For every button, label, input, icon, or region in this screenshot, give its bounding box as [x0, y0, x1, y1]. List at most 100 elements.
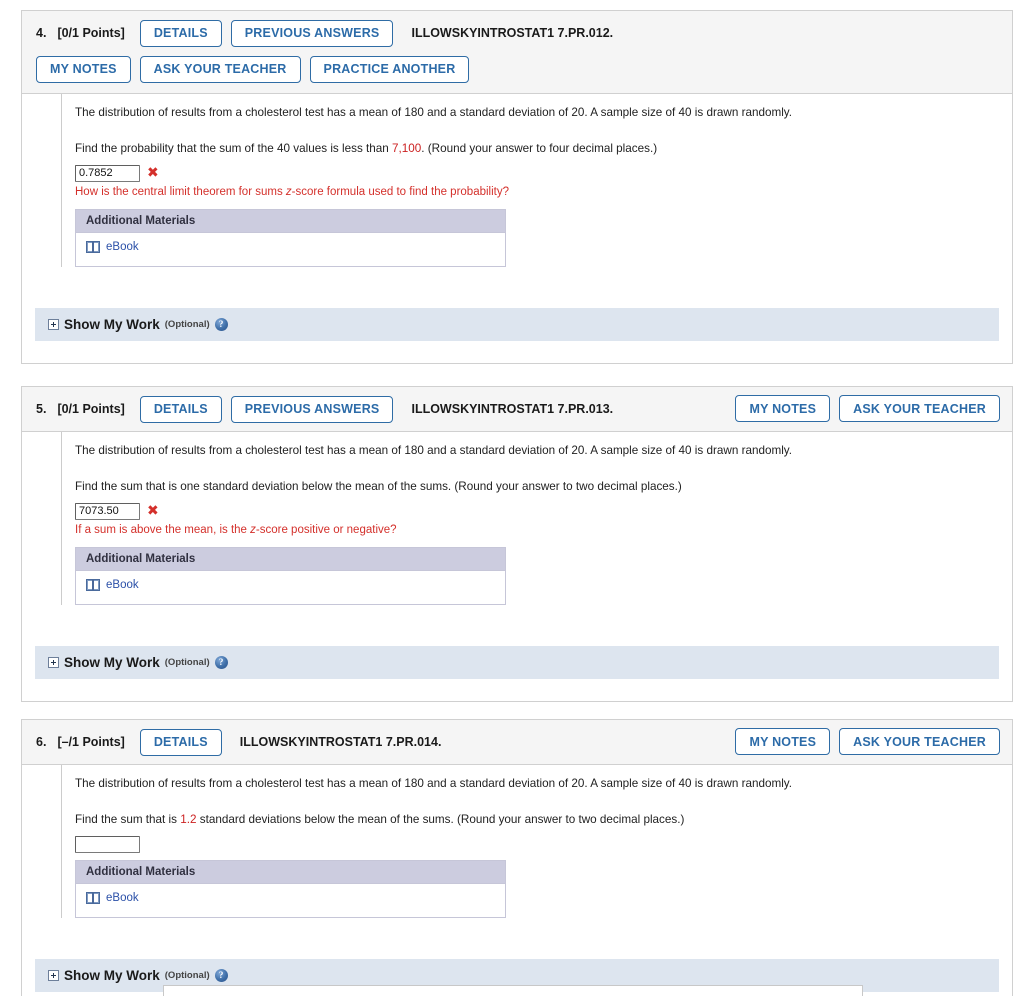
- ask-your-teacher-button[interactable]: ASK YOUR TEACHER: [839, 728, 1000, 755]
- problem-header-actions: MY NOTES ASK YOUR TEACHER: [735, 395, 1000, 422]
- problem-body-6: The distribution of results from a chole…: [21, 764, 1013, 996]
- ebook-link-label: eBook: [106, 240, 139, 253]
- additional-materials-body: eBook: [76, 233, 505, 266]
- ebook-link-label: eBook: [106, 891, 139, 904]
- ebook-link[interactable]: eBook: [86, 891, 139, 904]
- problem-code: ILLOWSKYINTROSTAT1 7.PR.012.: [411, 26, 614, 40]
- additional-materials-box: Additional Materials eBook: [75, 208, 506, 267]
- ebook-link-label: eBook: [106, 578, 139, 591]
- practice-another-button[interactable]: PRACTICE ANOTHER: [309, 55, 470, 83]
- answer-row: ✖: [75, 164, 1012, 182]
- problem-number: 5.: [36, 402, 47, 416]
- expand-plus-icon[interactable]: [48, 656, 59, 668]
- problem-prompt: The distribution of results from a chole…: [75, 106, 793, 119]
- question-text-pre: Find the sum that is: [75, 812, 181, 826]
- question-text-pre: Find the probability that the sum of the…: [75, 141, 393, 155]
- book-icon: [86, 240, 100, 253]
- problem-points: [–/1 Points]: [57, 735, 125, 749]
- show-my-work-bar[interactable]: Show My Work (Optional) ?: [35, 645, 999, 679]
- assignment-page: 4. [0/1 Points] DETAILS PREVIOUS ANSWERS…: [0, 0, 1024, 996]
- problem-content-5: The distribution of results from a chole…: [61, 432, 1012, 605]
- question-text-post: . (Round your answer to four decimal pla…: [421, 141, 658, 155]
- show-my-work-bar[interactable]: Show My Work (Optional) ?: [35, 307, 999, 341]
- feedback-text-pre: How is the central limit theorem for sum…: [75, 185, 286, 198]
- answer-row: ✖: [75, 502, 1012, 520]
- feedback-text-post: -score positive or negative?: [255, 523, 397, 536]
- show-my-work-optional-label: (Optional): [164, 969, 210, 981]
- problem-content-6: The distribution of results from a chole…: [61, 765, 1012, 918]
- answer-feedback: How is the central limit theorem for sum…: [75, 186, 1012, 198]
- show-my-work-wrap-5: Show My Work (Optional) ?: [22, 645, 1012, 701]
- show-my-work-optional-label: (Optional): [164, 656, 210, 668]
- problem-header-6: 6. [–/1 Points] DETAILS ILLOWSKYINTROSTA…: [21, 719, 1013, 764]
- feedback-text-post: -score formula used to find the probabil…: [291, 185, 509, 198]
- ebook-link[interactable]: eBook: [86, 578, 139, 591]
- problem-code: ILLOWSKYINTROSTAT1 7.PR.013.: [411, 402, 614, 416]
- problem-prompt: The distribution of results from a chole…: [75, 444, 793, 457]
- feedback-text-pre: If a sum is above the mean, is the: [75, 523, 251, 536]
- additional-materials-body: eBook: [76, 571, 505, 604]
- problem-prompt: The distribution of results from a chole…: [75, 777, 793, 790]
- details-button[interactable]: DETAILS: [139, 19, 222, 47]
- incorrect-mark-icon: ✖: [147, 165, 159, 182]
- help-icon[interactable]: ?: [214, 317, 228, 331]
- answer-input[interactable]: [75, 502, 140, 520]
- show-my-work-wrap-4: Show My Work (Optional) ?: [22, 307, 1012, 363]
- details-button[interactable]: DETAILS: [139, 728, 222, 756]
- answer-feedback: If a sum is above the mean, is the z-sco…: [75, 524, 1012, 536]
- problem-block-6: 6. [–/1 Points] DETAILS ILLOWSKYINTROSTA…: [21, 719, 1013, 996]
- problem-points: [0/1 Points]: [57, 402, 125, 416]
- answer-input[interactable]: [75, 835, 140, 853]
- ask-your-teacher-button[interactable]: ASK YOUR TEACHER: [839, 395, 1000, 422]
- problem-block-5: 5. [0/1 Points] DETAILS PREVIOUS ANSWERS…: [21, 386, 1013, 702]
- ask-your-teacher-button[interactable]: ASK YOUR TEACHER: [139, 55, 301, 83]
- question-text-post: standard deviations below the mean of th…: [196, 812, 685, 826]
- problem-block-4: 4. [0/1 Points] DETAILS PREVIOUS ANSWERS…: [21, 10, 1013, 364]
- additional-materials-box: Additional Materials eBook: [75, 546, 506, 605]
- additional-materials-title: Additional Materials: [76, 547, 505, 571]
- additional-materials-title: Additional Materials: [76, 209, 505, 233]
- show-my-work-optional-label: (Optional): [164, 318, 210, 330]
- book-icon: [86, 578, 100, 591]
- help-icon[interactable]: ?: [214, 655, 228, 669]
- problem-question: Find the probability that the sum of the…: [75, 141, 1012, 158]
- previous-answers-button[interactable]: PREVIOUS ANSWERS: [230, 19, 394, 47]
- my-notes-button[interactable]: MY NOTES: [735, 395, 831, 422]
- problem-header-row-2: MY NOTES ASK YOUR TEACHER PRACTICE ANOTH…: [36, 55, 1000, 83]
- problem-header-4: 4. [0/1 Points] DETAILS PREVIOUS ANSWERS…: [21, 10, 1013, 93]
- show-my-work-label: Show My Work: [64, 967, 160, 983]
- additional-materials-body: eBook: [76, 884, 505, 917]
- expand-plus-icon[interactable]: [48, 318, 59, 330]
- problem-number: 6.: [36, 735, 47, 749]
- show-my-work-label: Show My Work: [64, 316, 160, 332]
- previous-answers-button[interactable]: PREVIOUS ANSWERS: [230, 395, 394, 423]
- problem-content-4: The distribution of results from a chole…: [61, 94, 1012, 267]
- details-button[interactable]: DETAILS: [139, 395, 222, 423]
- answer-row: [75, 835, 1012, 853]
- show-my-work-textarea[interactable]: [163, 985, 863, 996]
- expand-plus-icon[interactable]: [48, 969, 59, 981]
- problem-question: Find the sum that is one standard deviat…: [75, 479, 1012, 496]
- additional-materials-box: Additional Materials eBook: [75, 859, 506, 918]
- problem-code: ILLOWSKYINTROSTAT1 7.PR.014.: [239, 735, 442, 749]
- problem-points: [0/1 Points]: [57, 26, 125, 40]
- help-icon[interactable]: ?: [214, 968, 228, 982]
- book-icon: [86, 891, 100, 904]
- problem-question: Find the sum that is 1.2 standard deviat…: [75, 812, 1012, 829]
- additional-materials-title: Additional Materials: [76, 860, 505, 884]
- show-my-work-label: Show My Work: [64, 654, 160, 670]
- my-notes-button[interactable]: MY NOTES: [36, 55, 131, 83]
- problem-header-row-1: 4. [0/1 Points] DETAILS PREVIOUS ANSWERS…: [36, 19, 1000, 47]
- ebook-link[interactable]: eBook: [86, 240, 139, 253]
- question-text-pre: Find the sum that is one standard deviat…: [75, 479, 682, 493]
- problem-body-5: The distribution of results from a chole…: [21, 431, 1013, 702]
- my-notes-button[interactable]: MY NOTES: [735, 728, 831, 755]
- problem-header-actions: MY NOTES ASK YOUR TEACHER: [735, 728, 1000, 755]
- problem-header-5: 5. [0/1 Points] DETAILS PREVIOUS ANSWERS…: [21, 386, 1013, 431]
- question-highlight-value: 7,100: [392, 141, 422, 155]
- problem-number: 4.: [36, 26, 47, 40]
- answer-input[interactable]: [75, 164, 140, 182]
- question-highlight-value: 1.2: [180, 812, 197, 826]
